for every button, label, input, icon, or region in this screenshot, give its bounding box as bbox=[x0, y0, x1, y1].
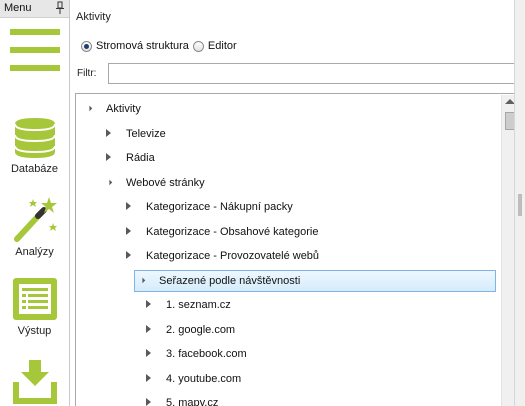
filter-input[interactable] bbox=[108, 63, 520, 84]
collapsed-arrow-icon[interactable] bbox=[126, 221, 138, 243]
tree-item-label: 5. mapy.cz bbox=[166, 397, 219, 406]
nav-item-import[interactable] bbox=[0, 358, 69, 406]
right-panel-edge bbox=[514, 0, 525, 406]
radio-editor[interactable] bbox=[192, 40, 204, 52]
triangle-right-icon bbox=[126, 251, 131, 259]
collapsed-arrow-icon[interactable] bbox=[146, 392, 158, 406]
tree-item[interactable]: Aktivity bbox=[83, 98, 141, 120]
collapsed-arrow-icon[interactable] bbox=[126, 196, 138, 218]
collapsed-arrow-icon[interactable] bbox=[146, 294, 158, 316]
collapsed-arrow-icon[interactable] bbox=[106, 123, 118, 145]
triangle-right-icon bbox=[106, 128, 111, 137]
tree-item-label: Seřazené podle návštěvnosti bbox=[159, 274, 301, 287]
triangle-right-icon bbox=[146, 373, 151, 382]
menu-header: Menu bbox=[0, 0, 69, 18]
tree-item[interactable]: 1. seznam.cz bbox=[146, 294, 231, 316]
tree-item[interactable]: Kategorizace - Obsahové kategorie bbox=[126, 221, 318, 243]
tree-item-label: Aktivity bbox=[106, 103, 141, 115]
import-download-icon bbox=[12, 360, 57, 404]
triangle-right-icon bbox=[126, 226, 131, 235]
filter-label: Filtr: bbox=[77, 68, 97, 79]
triangle-right-icon bbox=[146, 324, 151, 333]
output-list-icon bbox=[12, 278, 57, 320]
panel-title: Aktivity bbox=[76, 11, 111, 23]
collapsed-arrow-icon[interactable] bbox=[106, 147, 118, 169]
tree-item-label: 1. seznam.cz bbox=[166, 299, 231, 311]
hamburger-menu-icon[interactable] bbox=[10, 26, 60, 76]
nav-label: Analýzy bbox=[15, 246, 54, 258]
tree-item[interactable]: 3. facebook.com bbox=[146, 343, 247, 365]
tree-item[interactable]: 5. mapy.cz bbox=[146, 392, 218, 406]
triangle-right-icon bbox=[106, 153, 111, 161]
radio-label[interactable]: Stromová struktura bbox=[96, 40, 189, 52]
collapsed-arrow-icon[interactable] bbox=[146, 319, 158, 341]
collapsed-arrow-icon[interactable] bbox=[146, 368, 158, 390]
tree-item[interactable]: Webové stránky bbox=[103, 172, 205, 194]
tree-item[interactable]: Rádia bbox=[106, 147, 155, 169]
nav-item-databaze[interactable]: Databáze bbox=[0, 116, 69, 175]
activity-tree: 5. mapy.cz 4. youtube.com 3. facebook.com 2… bbox=[75, 93, 520, 406]
radio-label[interactable]: Editor bbox=[208, 40, 237, 52]
nav-label: Databáze bbox=[10, 163, 59, 175]
main-panel: Aktivity Stromová struktura Editor Filtr… bbox=[70, 0, 525, 406]
tree-item-label: Televize bbox=[126, 127, 166, 140]
triangle-down-icon bbox=[103, 176, 113, 185]
tree-item-selected[interactable]: Seřazené podle návštěvnosti bbox=[134, 269, 496, 292]
app-window: Menu Databáze Analýzy Výstup Aktivity St… bbox=[0, 0, 525, 406]
collapsed-arrow-icon[interactable] bbox=[146, 343, 158, 365]
tree-item-label: Rádia bbox=[126, 152, 155, 164]
sidebar: Menu Databáze Analýzy Výstup bbox=[0, 0, 70, 406]
menu-title: Menu bbox=[4, 2, 32, 14]
tree-item-label: 4. youtube.com bbox=[166, 372, 242, 385]
radio-stromova-struktura[interactable] bbox=[81, 40, 92, 52]
splitter-handle[interactable] bbox=[518, 194, 522, 216]
nav-item-analyzy[interactable]: Analýzy bbox=[0, 195, 69, 258]
tree-item[interactable]: 4. youtube.com bbox=[146, 368, 241, 390]
tree-item-label: 3. facebook.com bbox=[166, 348, 247, 360]
triangle-right-icon bbox=[146, 398, 151, 406]
tree-item-label: Kategorizace - Provozovatelé webů bbox=[146, 250, 320, 262]
tree-item-label: Kategorizace - Nákupní packy bbox=[146, 201, 293, 213]
expanded-arrow-icon[interactable] bbox=[103, 172, 118, 194]
tree-item[interactable]: Kategorizace - Provozovatelé webů bbox=[126, 245, 319, 267]
pin-icon[interactable] bbox=[55, 1, 65, 15]
triangle-right-icon bbox=[146, 349, 151, 357]
triangle-down-icon bbox=[83, 102, 93, 112]
nav-label: Výstup bbox=[17, 325, 52, 337]
tree-item[interactable]: Televize bbox=[106, 123, 166, 145]
collapsed-arrow-icon[interactable] bbox=[126, 245, 138, 267]
triangle-right-icon bbox=[146, 300, 151, 308]
tree-item-label: Webové stránky bbox=[126, 176, 205, 189]
triangle-down-icon bbox=[136, 274, 146, 283]
database-icon bbox=[13, 118, 56, 158]
nav-item-vystup[interactable]: Výstup bbox=[0, 276, 69, 337]
expanded-arrow-icon[interactable] bbox=[83, 98, 98, 120]
tree-item[interactable]: 2. google.com bbox=[146, 319, 235, 341]
tree-item[interactable]: Kategorizace - Nákupní packy bbox=[126, 196, 293, 218]
tree-item-label: 2. google.com bbox=[166, 323, 236, 336]
expanded-arrow-icon[interactable] bbox=[136, 271, 151, 291]
magic-wand-icon bbox=[13, 197, 57, 242]
triangle-right-icon bbox=[126, 202, 131, 210]
tree-item-label: Kategorizace - Obsahové kategorie bbox=[146, 225, 319, 238]
view-mode-group: Stromová struktura Editor bbox=[81, 38, 241, 54]
